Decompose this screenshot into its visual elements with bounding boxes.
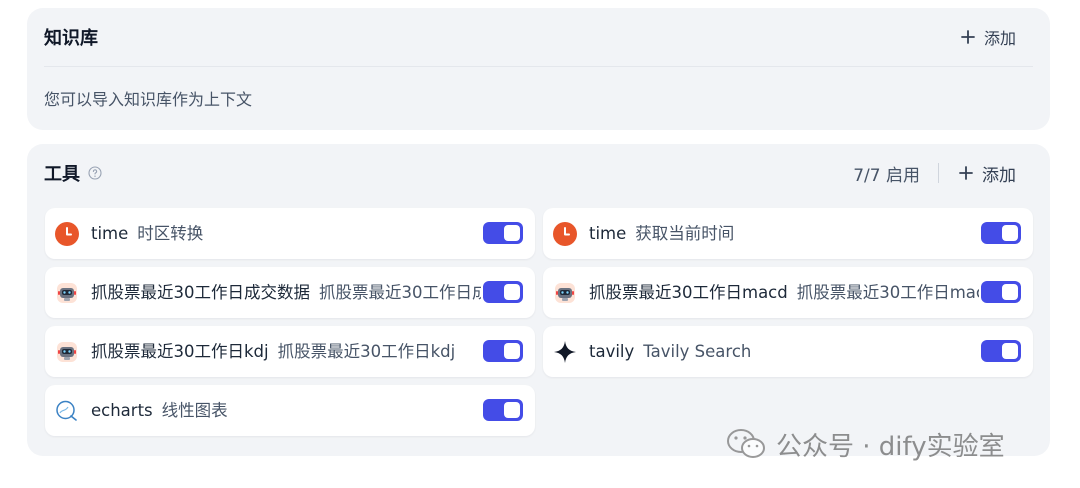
tool-toggle[interactable] xyxy=(981,281,1021,303)
tool-toggle[interactable] xyxy=(981,222,1021,244)
tool-name: 抓股票最近30工作日kdj xyxy=(91,342,269,361)
watermark-text: 公众号 · dify实验室 xyxy=(776,431,1005,462)
knowledge-header: 知识库 添加 xyxy=(44,8,1033,67)
tool-text: tavily Tavily Search xyxy=(589,326,979,377)
toggle-knob xyxy=(504,225,520,241)
tool-name: time xyxy=(91,224,129,243)
knowledge-add-label: 添加 xyxy=(983,29,1016,48)
tool-card-echarts[interactable]: echarts 线性图表 xyxy=(45,385,535,436)
header-divider xyxy=(938,163,939,183)
tool-name: 抓股票最近30工作日macd xyxy=(589,283,788,302)
tool-toggle[interactable] xyxy=(483,281,523,303)
tool-text: echarts 线性图表 xyxy=(91,385,481,436)
knowledge-description: 您可以导入知识库作为上下文 xyxy=(44,90,253,109)
tools-add-button[interactable]: 添加 xyxy=(959,161,1016,186)
tool-toggle[interactable] xyxy=(981,340,1021,362)
help-icon[interactable] xyxy=(88,166,102,180)
robot-icon xyxy=(555,283,575,303)
knowledge-title: 知识库 xyxy=(44,28,98,49)
tool-card-tavily[interactable]: tavily Tavily Search xyxy=(543,326,1033,377)
toggle-knob xyxy=(1002,284,1018,300)
toggle-knob xyxy=(504,343,520,359)
tool-card-stock-macd[interactable]: 抓股票最近30工作日macd 抓股票最近30工作日macd xyxy=(543,267,1033,318)
tool-text: time 获取当前时间 xyxy=(589,208,979,259)
tool-card-time-current[interactable]: time 获取当前时间 xyxy=(543,208,1033,259)
tool-description: Tavily Search xyxy=(643,342,752,361)
echarts-icon xyxy=(56,400,77,421)
tool-description: 线性图表 xyxy=(161,401,228,420)
tool-name: 抓股票最近30工作日成交数据 xyxy=(91,283,310,302)
robot-icon xyxy=(57,283,77,303)
knowledge-add-button[interactable]: 添加 xyxy=(961,25,1016,49)
tools-header-right: 7/7 启用 添加 xyxy=(853,161,1016,186)
tools-title-wrap: 工具 xyxy=(44,160,102,186)
wechat-watermark: 公众号 · dify实验室 xyxy=(726,426,1005,462)
toggle-knob xyxy=(504,402,520,418)
tools-panel: 工具 7/7 启用 添加 time 时区转换 time 获取当前时间 抓股票最近… xyxy=(27,144,1050,456)
tool-description: 时区转换 xyxy=(137,224,204,243)
tool-text: 抓股票最近30工作日成交数据 抓股票最近30工作日成交数据 xyxy=(91,267,481,318)
robot-icon xyxy=(57,342,77,362)
tools-header: 工具 7/7 启用 添加 xyxy=(44,144,1016,202)
tool-description: 抓股票最近30工作日macd xyxy=(796,283,979,302)
toggle-knob xyxy=(1002,343,1018,359)
wechat-icon xyxy=(727,429,765,458)
plus-icon xyxy=(959,166,973,180)
sparkle-icon xyxy=(554,341,576,363)
toggle-knob xyxy=(1002,225,1018,241)
clock-icon xyxy=(553,222,577,246)
tools-enabled-count: 7/7 启用 xyxy=(853,165,920,186)
tool-card-stock-volume[interactable]: 抓股票最近30工作日成交数据 抓股票最近30工作日成交数据 xyxy=(45,267,535,318)
clock-icon xyxy=(55,222,79,246)
tool-card-time-timezone[interactable]: time 时区转换 xyxy=(45,208,535,259)
tool-toggle[interactable] xyxy=(483,399,523,421)
tool-name: tavily xyxy=(589,342,635,361)
tool-toggle[interactable] xyxy=(483,340,523,362)
tool-description: 抓股票最近30工作日成交数据 xyxy=(319,283,481,302)
knowledge-panel: 知识库 添加 您可以导入知识库作为上下文 xyxy=(27,8,1050,130)
tool-toggle[interactable] xyxy=(483,222,523,244)
tool-text: 抓股票最近30工作日kdj 抓股票最近30工作日kdj xyxy=(91,326,481,377)
tool-description: 获取当前时间 xyxy=(635,224,735,243)
tool-text: 抓股票最近30工作日macd 抓股票最近30工作日macd xyxy=(589,267,979,318)
tools-title: 工具 xyxy=(44,164,80,185)
toggle-knob xyxy=(504,284,520,300)
tool-name: echarts xyxy=(91,401,153,420)
tools-add-label: 添加 xyxy=(982,165,1016,186)
tool-text: time 时区转换 xyxy=(91,208,481,259)
tool-name: time xyxy=(589,224,627,243)
tool-description: 抓股票最近30工作日kdj xyxy=(277,342,456,361)
plus-icon xyxy=(961,30,975,44)
tool-card-stock-kdj[interactable]: 抓股票最近30工作日kdj 抓股票最近30工作日kdj xyxy=(45,326,535,377)
